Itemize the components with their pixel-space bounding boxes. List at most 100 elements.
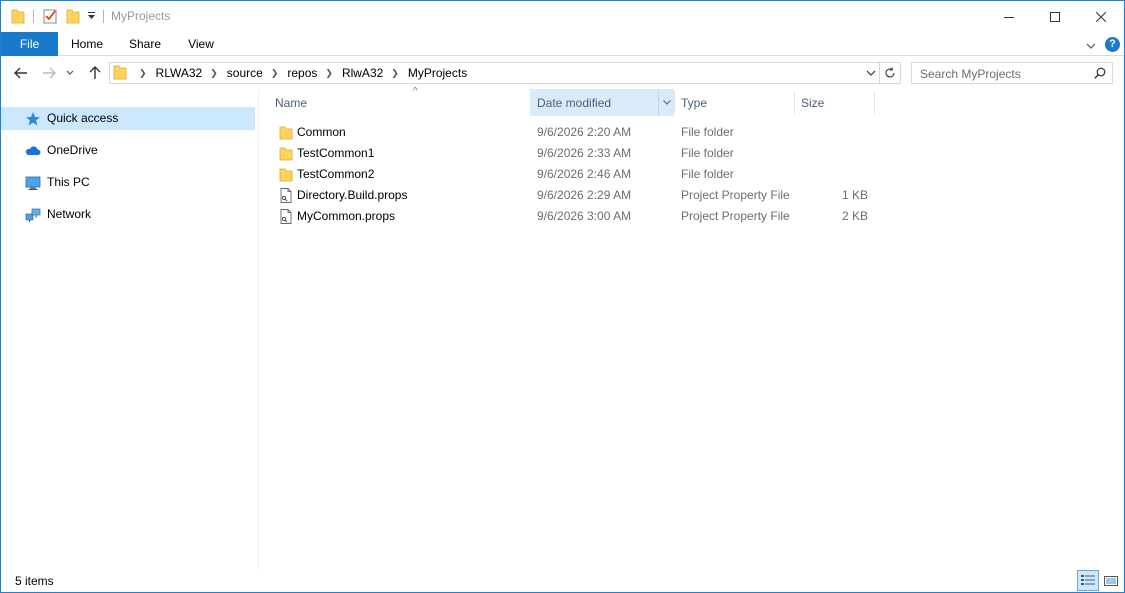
- back-arrow-icon: [14, 67, 27, 79]
- chevron-down-icon: [662, 100, 671, 105]
- chevron-right-icon[interactable]: ❯: [265, 68, 286, 79]
- large-icons-view-button[interactable]: [1100, 570, 1122, 591]
- column-label: Name: [275, 95, 308, 110]
- refresh-button[interactable]: [879, 63, 900, 83]
- large-icons-view-icon: [1104, 575, 1118, 586]
- chevron-right-icon[interactable]: ❯: [319, 68, 340, 79]
- maximize-button[interactable]: [1032, 1, 1078, 32]
- folder-icon: [279, 125, 293, 140]
- help-icon[interactable]: ?: [1105, 37, 1120, 52]
- table-row[interactable]: TestCommon1 9/6/2026 2:33 AM File folder: [273, 143, 873, 164]
- file-date: 9/6/2026 2:20 AM: [537, 125, 632, 139]
- file-name: TestCommon1: [297, 146, 375, 160]
- ribbon-tabs: File Home Share View ?: [1, 32, 1124, 56]
- back-button[interactable]: [10, 62, 32, 84]
- chevron-right-icon[interactable]: ❯: [133, 68, 154, 79]
- column-label: Size: [801, 95, 825, 110]
- search-box[interactable]: Search MyProjects: [911, 62, 1113, 84]
- navigation-bar: ❯ RLWA32 ❯ source ❯ repos ❯ RlwA32 ❯ MyP…: [1, 57, 1124, 89]
- file-type: File folder: [681, 167, 734, 181]
- file-type: File folder: [681, 125, 734, 139]
- customize-qat-icon[interactable]: [87, 11, 96, 21]
- chevron-right-icon[interactable]: ❯: [385, 68, 406, 79]
- table-row[interactable]: Directory.Build.props 9/6/2026 2:29 AM P…: [273, 185, 873, 206]
- sidebar-item-quick-access[interactable]: Quick access: [1, 107, 255, 130]
- column-separator[interactable]: [874, 91, 875, 114]
- folder-icon: [113, 64, 129, 83]
- tab-home[interactable]: Home: [63, 32, 111, 56]
- column-header-name[interactable]: Name ^: [275, 86, 529, 116]
- column-header-date-modified[interactable]: Date modified: [530, 89, 674, 116]
- close-icon: [1096, 11, 1106, 22]
- table-row[interactable]: TestCommon2 9/6/2026 2:46 AM File folder: [273, 164, 873, 185]
- file-date: 9/6/2026 2:29 AM: [537, 188, 632, 202]
- address-bar[interactable]: ❯ RLWA32 ❯ source ❯ repos ❯ RlwA32 ❯ MyP…: [109, 62, 901, 84]
- title-bar: MyProjects: [1, 1, 1124, 32]
- forward-button[interactable]: [38, 62, 60, 84]
- tab-file[interactable]: File: [1, 32, 58, 56]
- file-icon: [279, 209, 293, 224]
- chevron-down-icon: [66, 70, 74, 75]
- breadcrumb-myprojects[interactable]: MyProjects: [406, 66, 469, 80]
- breadcrumb-rlwa32[interactable]: RLWA32: [154, 66, 205, 80]
- minimize-button[interactable]: [986, 1, 1032, 32]
- expand-ribbon-icon[interactable]: [1086, 39, 1096, 53]
- file-size: 2 KB: [841, 209, 868, 223]
- sidebar-item-label: Network: [47, 207, 92, 221]
- column-filter-dropdown[interactable]: [658, 89, 674, 116]
- chevron-down-icon: [866, 70, 876, 76]
- table-row[interactable]: Common 9/6/2026 2:20 AM File folder: [273, 122, 873, 143]
- address-dropdown-button[interactable]: [864, 63, 878, 83]
- file-type: Project Property File: [681, 209, 790, 223]
- explorer-window: MyProjects File Home Share View ? ❯ RLWA…: [0, 0, 1125, 593]
- search-icon[interactable]: [1094, 67, 1106, 82]
- divider: [33, 10, 34, 23]
- folder-icon: [11, 8, 25, 24]
- column-header-type[interactable]: Type: [681, 89, 793, 116]
- divider: [103, 10, 104, 23]
- computer-icon: [25, 175, 41, 191]
- details-view-button[interactable]: [1077, 570, 1099, 591]
- table-row[interactable]: MyCommon.props 9/6/2026 3:00 AM Project …: [273, 206, 873, 227]
- refresh-icon: [885, 67, 895, 78]
- forward-arrow-icon: [43, 67, 56, 79]
- file-list: Name ^ Date modified Type Size Common 9/…: [259, 86, 1124, 569]
- sidebar-item-this-pc[interactable]: This PC: [1, 171, 255, 194]
- recent-locations-button[interactable]: [63, 62, 77, 84]
- properties-icon[interactable]: [43, 8, 58, 24]
- file-type: File folder: [681, 146, 734, 160]
- column-separator[interactable]: [674, 91, 675, 114]
- sidebar-item-label: Quick access: [47, 111, 119, 125]
- breadcrumb: ❯ RLWA32 ❯ source ❯ repos ❯ RlwA32 ❯ MyP…: [110, 63, 469, 83]
- chevron-right-icon[interactable]: ❯: [204, 68, 225, 79]
- tab-view[interactable]: View: [179, 32, 223, 56]
- file-name: MyCommon.props: [297, 209, 396, 223]
- details-view-icon: [1081, 574, 1095, 585]
- breadcrumb-rlwa32-folder[interactable]: RlwA32: [340, 66, 385, 80]
- breadcrumb-repos[interactable]: repos: [285, 66, 319, 80]
- sidebar-item-label: This PC: [47, 175, 90, 189]
- folder-icon: [279, 146, 293, 161]
- file-date: 9/6/2026 3:00 AM: [537, 209, 632, 223]
- cloud-icon: [25, 143, 41, 159]
- navigation-pane: Quick access OneDrive This PC Network: [1, 93, 258, 569]
- tab-share[interactable]: Share: [121, 32, 169, 56]
- file-date: 9/6/2026 2:46 AM: [537, 167, 632, 181]
- sidebar-item-label: OneDrive: [47, 143, 98, 157]
- breadcrumb-source[interactable]: source: [225, 66, 265, 80]
- item-count: 5 items: [15, 574, 54, 588]
- new-folder-icon[interactable]: [66, 8, 80, 24]
- star-icon: [25, 111, 41, 127]
- column-header-size[interactable]: Size: [801, 89, 873, 116]
- sidebar-item-network[interactable]: Network: [1, 203, 255, 226]
- column-separator[interactable]: [794, 91, 795, 114]
- search-input[interactable]: Search MyProjects: [920, 67, 1021, 81]
- status-bar: 5 items: [1, 569, 1124, 592]
- close-button[interactable]: [1078, 1, 1124, 32]
- file-name: TestCommon2: [297, 167, 375, 181]
- minimize-icon: [1004, 16, 1014, 18]
- sidebar-item-onedrive[interactable]: OneDrive: [1, 139, 255, 162]
- file-icon: [279, 188, 293, 203]
- up-button[interactable]: [84, 62, 106, 84]
- sort-indicator-icon: ^: [413, 86, 418, 97]
